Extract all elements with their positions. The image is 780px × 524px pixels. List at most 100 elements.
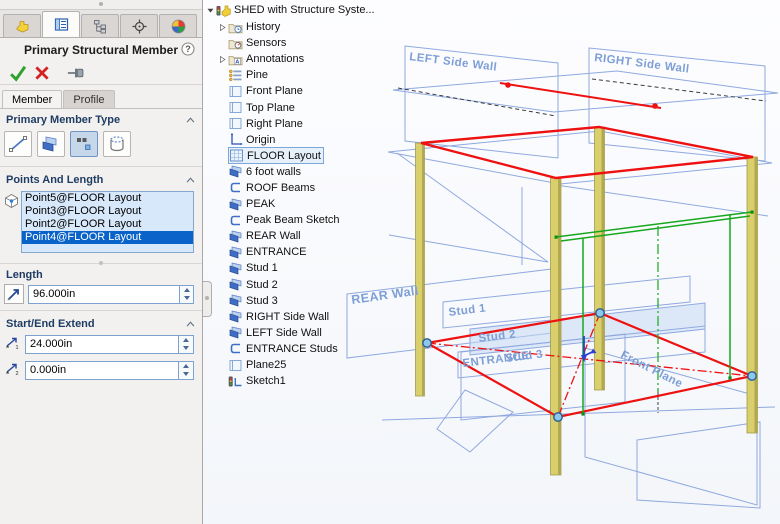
top-red-sketch-segment[interactable] [500, 82, 661, 109]
feature-tree[interactable]: SHED with Structure Syste...HistorySenso… [204, 1, 376, 389]
post-south[interactable] [551, 178, 562, 475]
collapse-chevron-icon[interactable] [186, 318, 195, 330]
tree-item-shed-with-structure-syste[interactable]: SHED with Structure Syste... [204, 1, 376, 19]
points-list-item[interactable]: Point5@FLOOR Layout [22, 192, 193, 205]
stud1-label[interactable]: Stud 1 [448, 302, 487, 319]
tree-item-annotations[interactable]: AAnnotations [204, 51, 376, 67]
vertex-selection-icon [4, 193, 21, 253]
tree-item-history[interactable]: History [204, 19, 376, 35]
tree-item-peak[interactable]: PEAK [204, 196, 376, 212]
points-selection-listbox[interactable]: Point5@FLOOR LayoutPoint3@FLOOR LayoutPo… [21, 191, 194, 253]
panel-splitter-handle[interactable] [203, 281, 212, 317]
length-input[interactable] [28, 285, 180, 304]
reference-planes[interactable] [347, 46, 778, 508]
tree-item-sketch1[interactable]: Sketch1 [204, 373, 376, 389]
point-length-member-icon [73, 134, 95, 154]
part-icon [216, 3, 231, 18]
section-points-and-length[interactable]: Points And Length [0, 169, 202, 188]
annotations-icon: A [228, 52, 243, 67]
plane-icon [228, 100, 243, 115]
propertymanager-tab[interactable] [42, 11, 80, 37]
points-and-length-label: Points And Length [6, 174, 103, 186]
tree-item-roof-beams[interactable]: ROOF Beams [204, 180, 376, 196]
tab-profile[interactable]: Profile [63, 90, 114, 108]
svg-text:2: 2 [16, 371, 19, 376]
configurations-tab[interactable] [81, 14, 119, 37]
collapse-chevron-icon[interactable] [186, 174, 195, 186]
structure-posts[interactable] [416, 127, 758, 475]
post-west[interactable] [416, 143, 425, 396]
sketch-light-icon [228, 374, 243, 389]
tree-item-origin[interactable]: Origin [204, 132, 376, 148]
tree-item-entrance-studs[interactable]: ENTRANCE Studs [204, 341, 376, 357]
plane-solid-icon [228, 164, 243, 179]
tree-item-plane25[interactable]: Plane25 [204, 357, 376, 373]
svg-text:1: 1 [16, 345, 19, 350]
bottom-left-plane[interactable] [437, 390, 513, 452]
length-spinner[interactable] [180, 285, 194, 304]
help-icon[interactable]: ? [181, 42, 195, 56]
tree-item-right-side-wall[interactable]: RIGHT Side Wall [204, 309, 376, 325]
ok-button[interactable] [8, 64, 28, 82]
collapse-arrow-icon[interactable] [204, 4, 216, 16]
point-length-member-button[interactable] [70, 131, 98, 157]
expand-arrow-icon[interactable] [216, 21, 228, 33]
solidworks-window: LEFT Side Wall RIGHT Side Wall REAR Wall… [0, 0, 780, 524]
end-extend-input[interactable] [25, 361, 179, 380]
tree-item-stud-1[interactable]: Stud 1 [204, 260, 376, 276]
points-list-item[interactable]: Point2@FLOOR Layout [22, 218, 193, 231]
top-reference-plane[interactable] [393, 71, 778, 112]
section-primary-member-type[interactable]: Primary Member Type [0, 109, 202, 128]
face-plane-member-button[interactable] [37, 131, 65, 157]
start-end-extend-label: Start/End Extend [6, 318, 95, 330]
sketch-icon [229, 148, 244, 163]
profile-member-button[interactable] [103, 131, 131, 157]
plane-solid-icon [228, 197, 243, 212]
displaymanager-tab-icon [170, 18, 187, 35]
plane25-outline[interactable] [637, 422, 760, 508]
page-title: Primary Structural Member [24, 43, 178, 57]
start-extend-input[interactable] [25, 335, 179, 354]
path-segment-member-button[interactable] [4, 131, 32, 157]
start-extend-spinner[interactable] [179, 335, 194, 354]
tree-item-pine[interactable]: Pine [204, 67, 376, 83]
collapse-chevron-icon[interactable] [186, 114, 195, 126]
member-profile-tabs: Member Profile [0, 85, 202, 109]
dimxpert-tab[interactable] [120, 14, 158, 37]
tree-item-right-plane[interactable]: Right Plane [204, 116, 376, 132]
tree-item-front-plane[interactable]: Front Plane [204, 83, 376, 99]
tree-item-peak-beam-sketch[interactable]: Peak Beam Sketch [204, 212, 376, 228]
tree-item-left-side-wall[interactable]: LEFT Side Wall [204, 325, 376, 341]
cancel-button[interactable] [32, 64, 52, 82]
tree-item-top-plane[interactable]: Top Plane [204, 99, 376, 115]
material-icon [228, 68, 243, 83]
end-extend-spinner[interactable] [179, 361, 194, 380]
member-type-buttons [0, 128, 202, 164]
tree-item-stud-3[interactable]: Stud 3 [204, 293, 376, 309]
face-plane-member-icon [40, 134, 62, 154]
points-list-item[interactable]: Point3@FLOOR Layout [22, 205, 193, 218]
post-east[interactable] [747, 157, 758, 433]
section-start-end-extend[interactable]: Start/End Extend [0, 313, 202, 332]
tree-item-sensors[interactable]: Sensors [204, 35, 376, 51]
length-direction-icon[interactable] [4, 284, 24, 304]
tree-item-entrance[interactable]: ENTRANCE [204, 244, 376, 260]
keep-visible-pin-icon[interactable] [66, 64, 86, 82]
displaymanager-tab[interactable] [159, 14, 197, 37]
plane-solid-icon [228, 245, 243, 260]
tree-item-stud-2[interactable]: Stud 2 [204, 277, 376, 293]
property-manager-panel: Primary Structural Member ? Member Profi… [0, 0, 203, 524]
propertymanager-tab-icon [53, 16, 70, 33]
part-tab[interactable] [3, 14, 41, 37]
plane-icon [228, 116, 243, 131]
tree-item-floor-layout[interactable]: FLOOR Layout [204, 148, 376, 164]
panel-collapse-handle[interactable] [0, 0, 202, 10]
points-list-item[interactable]: Point4@FLOOR Layout [22, 231, 193, 244]
tab-member[interactable]: Member [2, 90, 62, 108]
tree-item-6-foot-walls[interactable]: 6 foot walls [204, 164, 376, 180]
tree-item-rear-wall[interactable]: REAR Wall [204, 228, 376, 244]
expand-arrow-icon[interactable] [216, 53, 228, 65]
roof-beam-sketch[interactable] [421, 127, 753, 178]
post-north[interactable] [595, 127, 605, 390]
plane-solid-icon [228, 293, 243, 308]
